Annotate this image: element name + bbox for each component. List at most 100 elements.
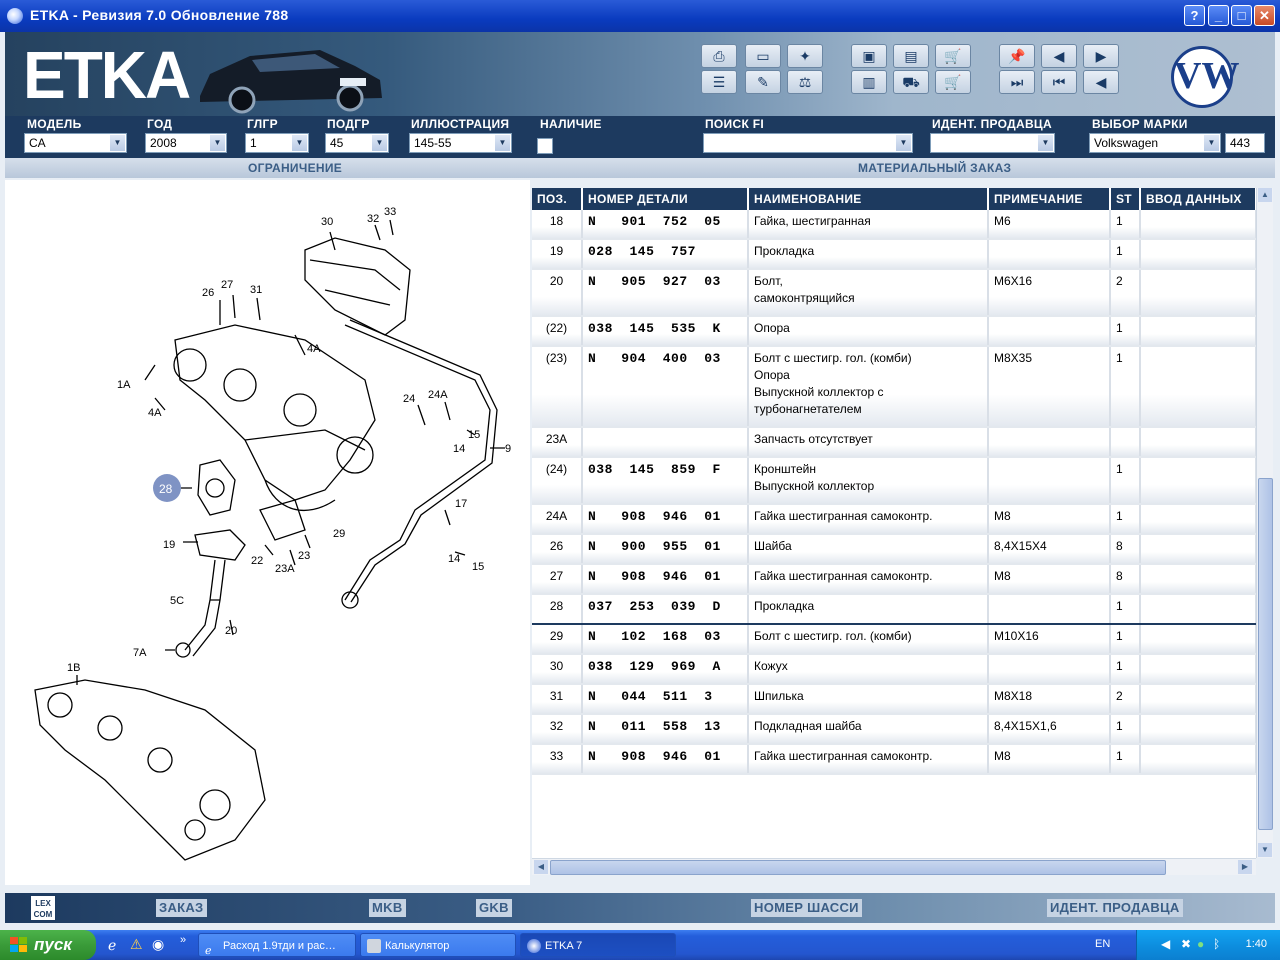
chassis-button[interactable]: НОМЕР ШАССИ bbox=[751, 899, 862, 917]
task-etka[interactable]: ETKA 7 bbox=[520, 933, 676, 957]
quicklaunch-alert-icon[interactable]: ⚠ bbox=[130, 936, 143, 953]
cell-input[interactable] bbox=[1140, 744, 1256, 775]
last-icon[interactable]: ⏭ bbox=[999, 70, 1035, 94]
table-row[interactable]: 27 N 908 946 01 Гайка шестигранная самокон… bbox=[532, 564, 1256, 595]
exploded-diagram[interactable]: 30 32 33 26 27 31 4A 1A 4A 24 24A 15 9 1… bbox=[5, 180, 530, 885]
model-select[interactable]: CA ▼ bbox=[24, 133, 127, 153]
table-row[interactable]: (22) 038 145 535 K Опора 1 bbox=[532, 316, 1256, 347]
chevron-down-icon[interactable]: ▼ bbox=[1204, 135, 1219, 151]
list-icon[interactable]: ☰ bbox=[701, 70, 737, 94]
prev-icon[interactable]: ◀ bbox=[1083, 70, 1119, 94]
cell-input[interactable] bbox=[1140, 504, 1256, 535]
depot-icon[interactable]: ▤ bbox=[893, 44, 929, 68]
mkb-button[interactable]: MKB bbox=[369, 899, 406, 917]
dealer-button[interactable]: ИДЕНТ. ПРОДАВЦА bbox=[1047, 899, 1183, 917]
chevron-down-icon[interactable]: ▼ bbox=[1038, 135, 1053, 151]
print-icon[interactable]: ⎙ bbox=[701, 44, 737, 68]
order-button[interactable]: ЗАКАЗ bbox=[156, 899, 207, 917]
table-row[interactable]: 23A Запчасть отсутствует bbox=[532, 427, 1256, 458]
cell-input[interactable] bbox=[1140, 239, 1256, 270]
table-row[interactable]: 24A N 908 946 01 Гайка шестигранная самоко… bbox=[532, 504, 1256, 535]
tray-network-icon[interactable]: ● bbox=[1197, 937, 1204, 951]
pin-icon[interactable]: 📌 bbox=[999, 44, 1035, 68]
cell-input[interactable] bbox=[1140, 269, 1256, 317]
cell-input[interactable] bbox=[1140, 534, 1256, 565]
help-button[interactable]: ? bbox=[1184, 5, 1205, 26]
year-select[interactable]: 2008 ▼ bbox=[145, 133, 227, 153]
app-icon[interactable] bbox=[7, 8, 23, 24]
quicklaunch-ie-icon[interactable]: ℯ bbox=[108, 937, 116, 954]
computer-icon[interactable]: ▥ bbox=[851, 70, 887, 94]
cell-input[interactable] bbox=[1140, 684, 1256, 715]
col-pos[interactable]: ПОЗ. bbox=[532, 188, 583, 210]
horizontal-scrollbar[interactable]: ◀ ▶ bbox=[532, 858, 1256, 875]
table-row[interactable]: 31 N 044 511 3 Шпилька M8X18 2 bbox=[532, 684, 1256, 715]
search-input[interactable]: ▼ bbox=[703, 133, 913, 153]
tray-security-icon[interactable]: ✖ bbox=[1181, 937, 1191, 951]
col-note[interactable]: ПРИМЕЧАНИЕ bbox=[988, 188, 1111, 210]
close-button[interactable]: ✕ bbox=[1254, 5, 1275, 26]
cell-input[interactable] bbox=[1140, 457, 1256, 505]
maximize-button[interactable]: □ bbox=[1231, 5, 1252, 26]
cell-input[interactable] bbox=[1140, 316, 1256, 347]
minimize-button[interactable]: _ bbox=[1208, 5, 1229, 26]
illustration-select[interactable]: 145-55 ▼ bbox=[409, 133, 512, 153]
start-button[interactable]: пуск bbox=[0, 930, 96, 960]
task-browser[interactable]: ℯ Расход 1.9тди и рас… bbox=[198, 933, 356, 957]
col-st[interactable]: ST bbox=[1110, 188, 1141, 210]
cell-input[interactable] bbox=[1140, 564, 1256, 595]
chevron-down-icon[interactable]: ▼ bbox=[372, 135, 387, 151]
task-calculator[interactable]: Калькулятор bbox=[360, 933, 516, 957]
cell-input[interactable] bbox=[1140, 654, 1256, 685]
table-row[interactable]: 30 038 129 969 A Кожух 1 bbox=[532, 654, 1256, 685]
availability-checkbox[interactable] bbox=[537, 138, 553, 154]
cart-add-icon[interactable]: 🛒 bbox=[935, 70, 971, 94]
cell-input[interactable] bbox=[1140, 714, 1256, 745]
cell-input[interactable] bbox=[1140, 624, 1256, 655]
cart-icon[interactable]: 🛒 bbox=[935, 44, 971, 68]
tray-bluetooth-icon[interactable]: ᛒ bbox=[1213, 937, 1220, 951]
page-back-icon[interactable]: ◀ bbox=[1041, 44, 1077, 68]
window-icon[interactable]: ▭ bbox=[745, 44, 781, 68]
language-indicator[interactable]: EN bbox=[1095, 938, 1110, 950]
chevron-down-icon[interactable]: ▼ bbox=[292, 135, 307, 151]
illustration-panel[interactable]: 30 32 33 26 27 31 4A 1A 4A 24 24A 15 9 1… bbox=[5, 180, 530, 885]
cell-input[interactable] bbox=[1140, 427, 1256, 458]
scroll-thumb[interactable] bbox=[1258, 478, 1273, 830]
clock[interactable]: 1:40 bbox=[1246, 938, 1267, 950]
table-row[interactable]: 28 037 253 039 D Прокладка 1 bbox=[532, 593, 1256, 625]
scroll-right-icon[interactable]: ▶ bbox=[1238, 860, 1252, 874]
first-icon[interactable]: ⏮ bbox=[1041, 70, 1077, 94]
table-row[interactable]: (24) 038 145 859 F Кронштейн Выпускной кол… bbox=[532, 457, 1256, 505]
table-row[interactable]: 33 N 908 946 01 Гайка шестигранная самокон… bbox=[532, 744, 1256, 775]
chevron-down-icon[interactable]: ▼ bbox=[495, 135, 510, 151]
chevron-down-icon[interactable]: ▼ bbox=[896, 135, 911, 151]
table-row[interactable]: (23) N 904 400 03 Болт с шестигр. гол. (ко… bbox=[532, 346, 1256, 428]
page-forward-icon[interactable]: ▶ bbox=[1083, 44, 1119, 68]
brand-select[interactable]: Volkswagen ▼ bbox=[1089, 133, 1221, 153]
vertical-scrollbar[interactable]: ▲ ▼ bbox=[1256, 188, 1273, 858]
col-name[interactable]: НАИМЕНОВАНИЕ bbox=[748, 188, 989, 210]
table-row[interactable]: 19 028 145 757 Прокладка 1 bbox=[532, 239, 1256, 270]
chevron-down-icon[interactable]: ▼ bbox=[210, 135, 225, 151]
scroll-down-icon[interactable]: ▼ bbox=[1258, 843, 1272, 857]
chevron-down-icon[interactable]: ▼ bbox=[110, 135, 125, 151]
table-row[interactable]: 32 N 011 558 13 Подкладная шайба 8,4X15X1,6… bbox=[532, 714, 1256, 745]
handshake-icon[interactable]: ✦ bbox=[787, 44, 823, 68]
dealer-select[interactable]: ▼ bbox=[930, 133, 1055, 153]
sub-group-select[interactable]: 45 ▼ bbox=[325, 133, 389, 153]
car-icon[interactable]: ⛟ bbox=[893, 70, 929, 94]
scroll-up-icon[interactable]: ▲ bbox=[1258, 188, 1272, 202]
cell-input[interactable] bbox=[1140, 346, 1256, 428]
elsa-icon[interactable]: ▣ bbox=[851, 44, 887, 68]
scroll-left-icon[interactable]: ◀ bbox=[534, 860, 548, 874]
table-row[interactable]: 20 N 905 927 03 Болт, самоконтрящийся M6X16… bbox=[532, 269, 1256, 317]
table-row[interactable]: 29 N 102 168 03 Болт с шестигр. гол. (комб… bbox=[532, 624, 1256, 655]
scroll-thumb-h[interactable] bbox=[550, 860, 1166, 875]
table-row[interactable]: 26 N 900 955 01 Шайба 8,4X15X4 8 bbox=[532, 534, 1256, 565]
main-group-select[interactable]: 1 ▼ bbox=[245, 133, 309, 153]
quicklaunch-more-icon[interactable]: » bbox=[180, 934, 186, 946]
cell-input[interactable] bbox=[1140, 593, 1256, 625]
restriction-link[interactable]: ОГРАНИЧЕНИЕ bbox=[248, 161, 342, 175]
table-row[interactable]: 18 N 901 752 05 Гайка, шестигранная M6 1 bbox=[532, 210, 1256, 240]
